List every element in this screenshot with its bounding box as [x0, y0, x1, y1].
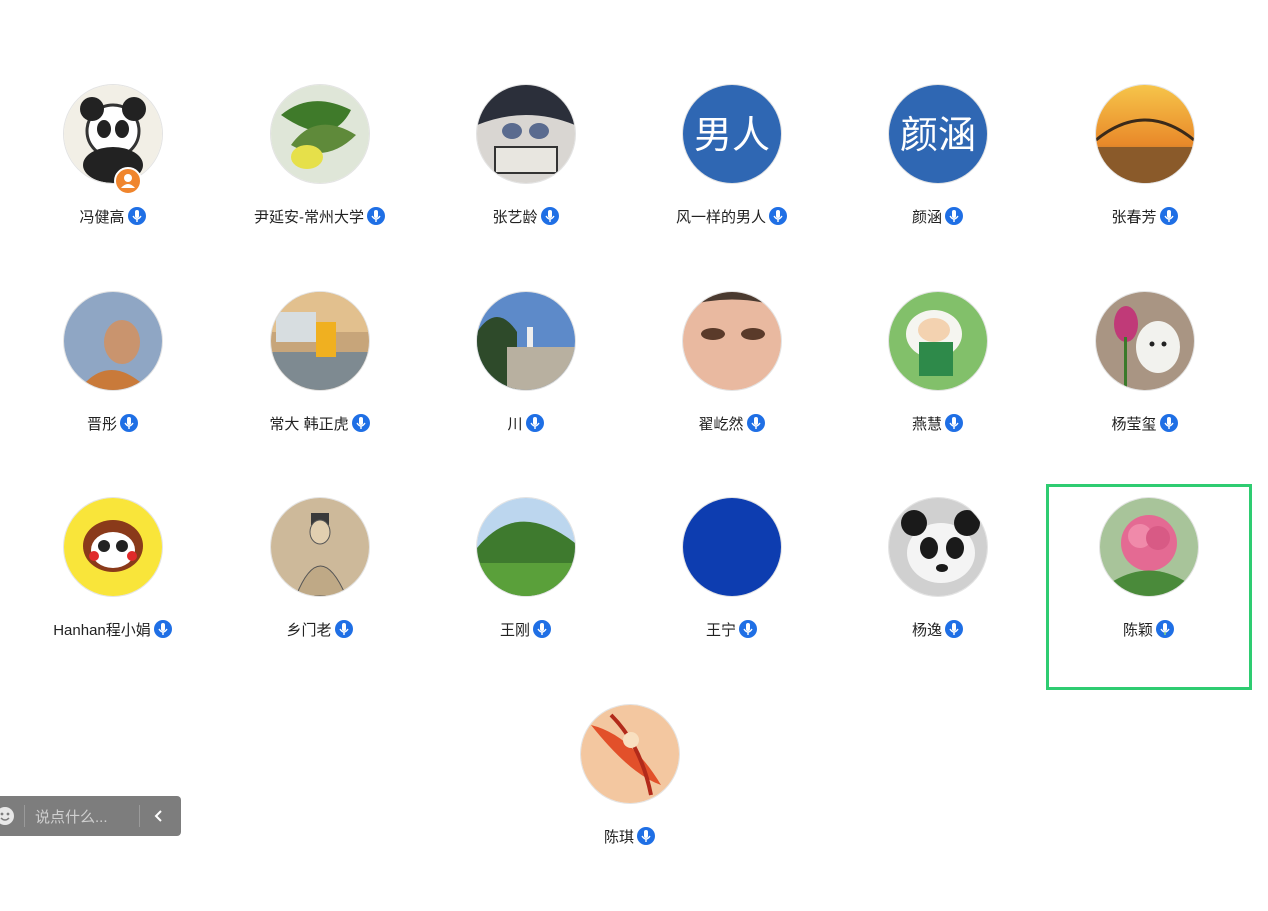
- mic-icon: [945, 414, 963, 433]
- mic-icon: [945, 620, 963, 639]
- mic-icon: [1159, 207, 1178, 226]
- participant-name: 晋彤: [10, 414, 216, 436]
- avatar[interactable]: [683, 498, 781, 596]
- participant-name: 王宁: [629, 620, 835, 642]
- divider: [24, 805, 25, 827]
- participant-name: 冯健高: [10, 207, 216, 229]
- participant-name: 风一样的男人: [629, 207, 835, 229]
- mic-icon: [739, 620, 757, 639]
- avatar[interactable]: [477, 292, 575, 390]
- participant-name: 川: [423, 414, 629, 436]
- mic-icon: [1156, 620, 1174, 639]
- mic-icon: [533, 620, 551, 639]
- user-badge-icon: [114, 167, 142, 195]
- participant-name: 尹延安-常州大学: [217, 207, 423, 229]
- avatar[interactable]: [1096, 85, 1194, 183]
- participant-tile[interactable]: 乡门老: [217, 498, 423, 704]
- participant-name: 杨莹玺: [1042, 414, 1248, 436]
- participant-tile[interactable]: 张艺龄: [423, 85, 629, 291]
- avatar[interactable]: [64, 498, 162, 596]
- participant-tile[interactable]: 陈琪: [527, 705, 733, 911]
- participant-tile[interactable]: Hanhan程小娟: [10, 498, 216, 704]
- participant-tile[interactable]: 晋彤: [10, 292, 216, 498]
- avatar[interactable]: [271, 498, 369, 596]
- participant-name: 张艺龄: [423, 207, 629, 229]
- participant-name: Hanhan程小娟: [10, 620, 216, 642]
- mic-icon: [334, 620, 353, 639]
- mic-icon: [351, 414, 370, 433]
- participant-tile[interactable]: 尹延安-常州大学: [217, 85, 423, 291]
- participant-name: 王刚: [423, 620, 629, 642]
- participant-tile[interactable]: 颜涵 颜涵: [835, 85, 1041, 291]
- mic-icon: [1159, 414, 1178, 433]
- participant-tile[interactable]: 冯健高: [10, 85, 216, 291]
- participant-tile[interactable]: 男人 风一样的男人: [629, 85, 835, 291]
- participant-tile[interactable]: 燕慧: [835, 292, 1041, 498]
- participant-tile[interactable]: 杨逸: [835, 498, 1041, 704]
- participant-tile[interactable]: 常大 韩正虎: [217, 292, 423, 498]
- avatar[interactable]: [581, 705, 679, 803]
- mic-icon: [769, 207, 787, 226]
- avatar-text: 男人: [694, 113, 770, 157]
- participant-name: 常大 韩正虎: [217, 414, 423, 436]
- avatar-text: 颜涵: [900, 113, 976, 157]
- avatar[interactable]: [683, 292, 781, 390]
- participant-name: 乡门老: [217, 620, 423, 642]
- mic-icon: [540, 207, 559, 226]
- mic-icon: [746, 414, 765, 433]
- avatar[interactable]: 颜涵: [889, 85, 987, 183]
- emoji-icon[interactable]: [0, 805, 16, 827]
- participant-tile[interactable]: 张春芳: [1042, 85, 1248, 291]
- participant-tile[interactable]: 杨莹玺: [1042, 292, 1248, 498]
- participant-tile[interactable]: 王刚: [423, 498, 629, 704]
- mic-icon: [637, 827, 655, 846]
- avatar[interactable]: [477, 85, 575, 183]
- participant-tile[interactable]: 川: [423, 292, 629, 498]
- avatar[interactable]: [271, 292, 369, 390]
- mic-icon: [525, 414, 544, 433]
- avatar[interactable]: [64, 85, 162, 183]
- avatar[interactable]: [1096, 292, 1194, 390]
- chat-input[interactable]: 说点什么...: [35, 806, 133, 827]
- participant-tile-selected[interactable]: 陈颖: [1046, 484, 1252, 690]
- avatar[interactable]: [1100, 498, 1198, 596]
- participant-name: 陈琪: [527, 827, 733, 849]
- participant-name: 杨逸: [835, 620, 1041, 642]
- avatar[interactable]: 男人: [683, 85, 781, 183]
- participant-name: 翟屹然: [629, 414, 835, 436]
- chat-input-bar[interactable]: 说点什么...: [0, 796, 181, 836]
- chevron-left-icon[interactable]: [150, 807, 168, 825]
- participant-tile[interactable]: 翟屹然: [629, 292, 835, 498]
- avatar[interactable]: [271, 85, 369, 183]
- mic-icon: [367, 207, 385, 226]
- avatar[interactable]: [64, 292, 162, 390]
- mic-icon: [945, 207, 963, 226]
- participant-name: 颜涵: [835, 207, 1041, 229]
- mic-icon: [120, 414, 138, 433]
- participant-name: 陈颖: [1049, 620, 1249, 642]
- avatar[interactable]: [889, 292, 987, 390]
- participant-tile[interactable]: 王宁: [629, 498, 835, 704]
- mic-icon: [127, 207, 146, 226]
- participant-name: 燕慧: [835, 414, 1041, 436]
- divider: [139, 805, 140, 827]
- avatar[interactable]: [889, 498, 987, 596]
- mic-icon: [153, 620, 172, 639]
- avatar[interactable]: [477, 498, 575, 596]
- participant-name: 张春芳: [1042, 207, 1248, 229]
